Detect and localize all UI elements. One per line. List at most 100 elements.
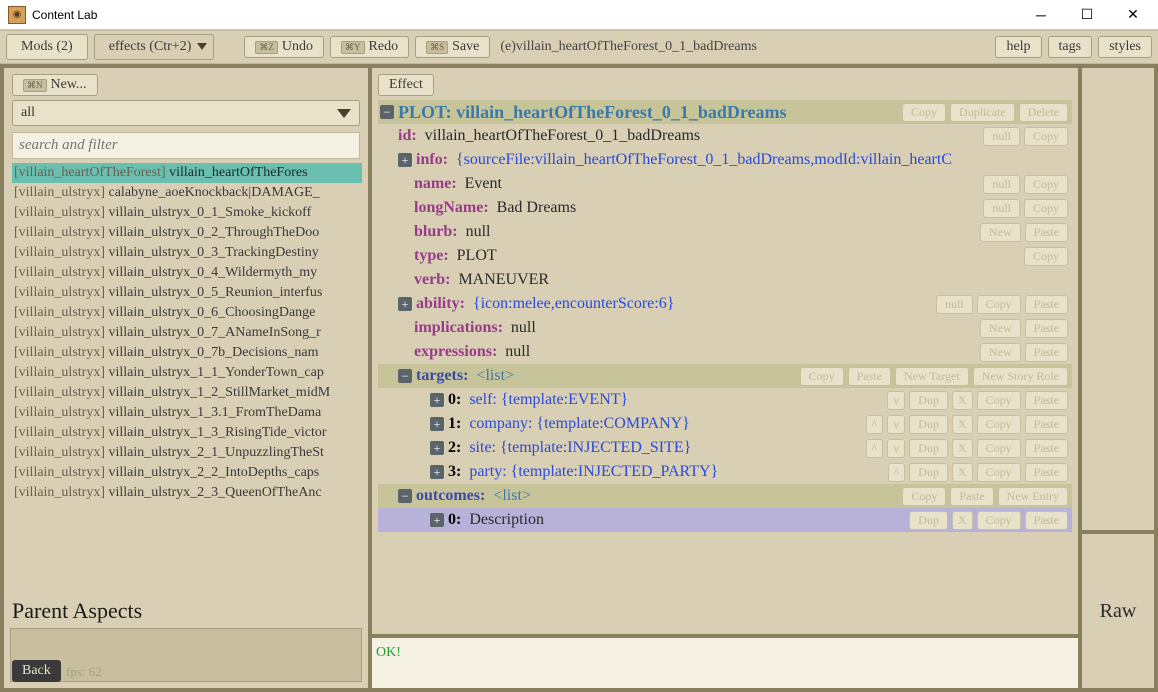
field-targets[interactable]: targets: <list> CopyPasteNew TargetNew S… [378, 364, 1072, 388]
dup-button[interactable]: Dup [909, 463, 948, 482]
copy-button[interactable]: Copy [977, 391, 1021, 410]
help-button[interactable]: help [995, 36, 1041, 58]
minimize-button[interactable]: ─ [1018, 1, 1064, 29]
null-button[interactable]: null [983, 127, 1020, 146]
maximize-button[interactable]: ☐ [1064, 1, 1110, 29]
paste-button[interactable]: Paste [1025, 463, 1068, 482]
target-0[interactable]: 0: self: {template:EVENT} vDupXCopyPaste [378, 388, 1072, 412]
list-item[interactable]: [villain_ulstryx] villain_ulstryx_2_1_Un… [12, 443, 362, 463]
collapse-icon[interactable] [380, 105, 394, 119]
expand-icon[interactable] [430, 393, 444, 407]
up-button[interactable]: ^ [888, 463, 906, 482]
copy-button[interactable]: Copy [977, 415, 1021, 434]
list-item[interactable]: [villain_ulstryx] villain_ulstryx_0_5_Re… [12, 283, 362, 303]
mods-button[interactable]: Mods (2) [6, 34, 88, 60]
list-item[interactable]: [villain_ulstryx] villain_ulstryx_0_6_Ch… [12, 303, 362, 323]
effects-tab[interactable]: effects (Ctr+2) [94, 34, 215, 60]
list-item[interactable]: [villain_ulstryx] villain_ulstryx_1_3.1_… [12, 403, 362, 423]
field-name[interactable]: name: Event nullCopy [378, 172, 1072, 196]
x-button[interactable]: X [952, 415, 973, 434]
list-item[interactable]: [villain_ulstryx] villain_ulstryx_0_7_AN… [12, 323, 362, 343]
effects-list[interactable]: [villain_heartOfTheForest] villain_heart… [12, 163, 362, 590]
paste-button[interactable]: Paste [1025, 223, 1068, 242]
copy-button[interactable]: Copy [977, 463, 1021, 482]
down-button[interactable]: v [887, 439, 905, 458]
paste-button[interactable]: Paste [848, 367, 891, 386]
dup-button[interactable]: Dup [909, 415, 948, 434]
target-2[interactable]: 2: site: {template:INJECTED_SITE} ^vDupX… [378, 436, 1072, 460]
collapse-icon[interactable] [398, 369, 412, 383]
field-outcomes[interactable]: outcomes: <list> CopyPasteNew Entry [378, 484, 1072, 508]
list-item[interactable]: [villain_ulstryx] villain_ulstryx_1_3_Ri… [12, 423, 362, 443]
undo-button[interactable]: ⌘ZUndo [244, 36, 324, 58]
x-button[interactable]: X [952, 511, 973, 530]
close-button[interactable]: ✕ [1110, 1, 1156, 29]
dup-button[interactable]: Dup [909, 391, 948, 410]
list-item[interactable]: [villain_ulstryx] villain_ulstryx_2_3_Qu… [12, 483, 362, 503]
list-item[interactable]: [villain_ulstryx] villain_ulstryx_0_7b_D… [12, 343, 362, 363]
paste-button[interactable]: Paste [950, 487, 993, 506]
target-3[interactable]: 3: party: {template:INJECTED_PARTY} ^Dup… [378, 460, 1072, 484]
new-button[interactable]: New [980, 223, 1021, 242]
copy-button[interactable]: Copy [1024, 199, 1068, 218]
new-target-button[interactable]: New Target [895, 367, 969, 386]
effect-button[interactable]: Effect [378, 74, 434, 96]
dup-button[interactable]: Dup [909, 439, 948, 458]
copy-button[interactable]: Copy [1024, 175, 1068, 194]
tags-button[interactable]: tags [1048, 36, 1093, 58]
target-1[interactable]: 1: company: {template:COMPANY} ^vDupXCop… [378, 412, 1072, 436]
collapse-icon[interactable] [398, 489, 412, 503]
expand-icon[interactable] [430, 465, 444, 479]
list-item[interactable]: [villain_ulstryx] villain_ulstryx_1_1_Yo… [12, 363, 362, 383]
save-button[interactable]: ⌘SSave [415, 36, 490, 58]
copy-button[interactable]: Copy [977, 511, 1021, 530]
dup-button[interactable]: Dup [909, 511, 948, 530]
expand-icon[interactable] [398, 297, 412, 311]
list-item[interactable]: [villain_ulstryx] villain_ulstryx_0_3_Tr… [12, 243, 362, 263]
raw-panel[interactable]: Raw [1082, 534, 1154, 688]
paste-button[interactable]: Paste [1025, 343, 1068, 362]
paste-button[interactable]: Paste [1025, 511, 1068, 530]
list-item[interactable]: [villain_heartOfTheForest] villain_heart… [12, 163, 362, 183]
field-id[interactable]: id: villain_heartOfTheForest_0_1_badDrea… [378, 124, 1072, 148]
paste-button[interactable]: Paste [1025, 415, 1068, 434]
delete-button[interactable]: Delete [1019, 103, 1068, 122]
field-expressions[interactable]: expressions: null NewPaste [378, 340, 1072, 364]
expand-icon[interactable] [430, 441, 444, 455]
field-type[interactable]: type: PLOT Copy [378, 244, 1072, 268]
new-button[interactable]: New [980, 343, 1021, 362]
copy-button[interactable]: Copy [800, 367, 844, 386]
paste-button[interactable]: Paste [1025, 319, 1068, 338]
null-button[interactable]: null [936, 295, 973, 314]
x-button[interactable]: X [952, 391, 973, 410]
x-button[interactable]: X [952, 439, 973, 458]
new-button[interactable]: ⌘NNew... [12, 74, 98, 96]
expand-icon[interactable] [430, 417, 444, 431]
down-button[interactable]: v [887, 391, 905, 410]
list-item[interactable]: [villain_ulstryx] villain_ulstryx_0_2_Th… [12, 223, 362, 243]
up-button[interactable]: ^ [866, 439, 884, 458]
outcome-0[interactable]: 0: Description DupXCopyPaste [378, 508, 1072, 532]
list-item[interactable]: [villain_ulstryx] villain_ulstryx_0_1_Sm… [12, 203, 362, 223]
expand-icon[interactable] [430, 513, 444, 527]
copy-button[interactable]: Copy [1024, 127, 1068, 146]
down-button[interactable]: v [887, 415, 905, 434]
list-item[interactable]: [villain_ulstryx] villain_ulstryx_1_2_St… [12, 383, 362, 403]
plot-header-row[interactable]: PLOT: villain_heartOfTheForest_0_1_badDr… [378, 100, 1072, 124]
field-info[interactable]: info: {sourceFile:villain_heartOfTheFore… [378, 148, 1072, 172]
field-longname[interactable]: longName: Bad Dreams nullCopy [378, 196, 1072, 220]
list-item[interactable]: [villain_ulstryx] villain_ulstryx_2_2_In… [12, 463, 362, 483]
list-item[interactable]: [villain_ulstryx] villain_ulstryx_0_4_Wi… [12, 263, 362, 283]
styles-button[interactable]: styles [1098, 36, 1152, 58]
field-verb[interactable]: verb: MANEUVER [378, 268, 1072, 292]
filter-select[interactable]: all [12, 100, 360, 126]
paste-button[interactable]: Paste [1025, 439, 1068, 458]
expand-icon[interactable] [398, 153, 412, 167]
new-button[interactable]: New [980, 319, 1021, 338]
field-implications[interactable]: implications: null NewPaste [378, 316, 1072, 340]
copy-button[interactable]: Copy [902, 487, 946, 506]
paste-button[interactable]: Paste [1025, 391, 1068, 410]
search-input[interactable] [12, 132, 360, 159]
list-item[interactable]: [villain_ulstryx] calabyne_aoeKnockback|… [12, 183, 362, 203]
x-button[interactable]: X [952, 463, 973, 482]
